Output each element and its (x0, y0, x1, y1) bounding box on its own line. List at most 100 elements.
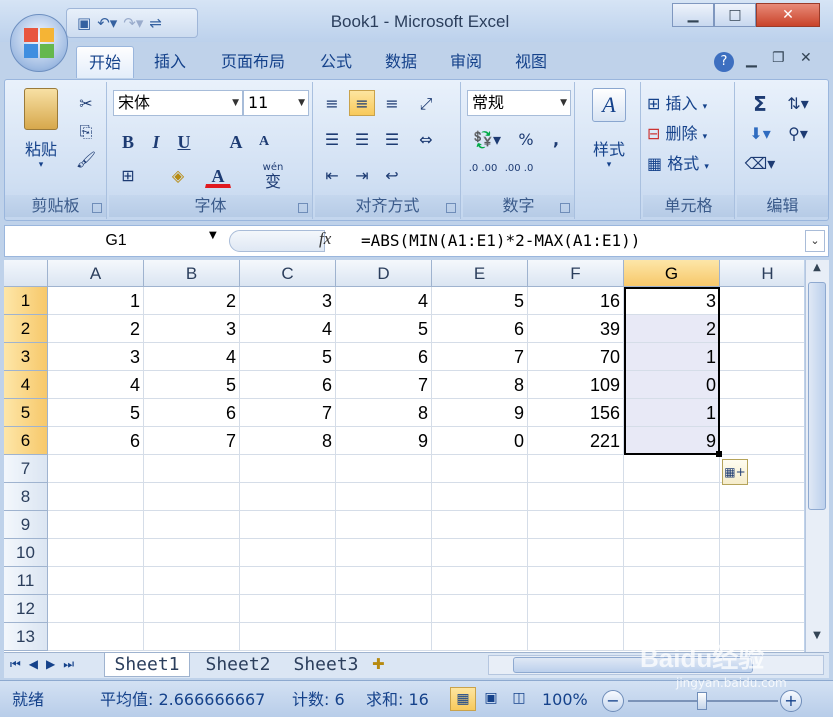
borders-icon[interactable]: ⊞ (115, 162, 141, 188)
office-button[interactable] (10, 14, 68, 72)
align-center-icon[interactable]: ☰ (349, 126, 375, 152)
phonetic-button[interactable]: wén 变 (249, 162, 297, 192)
cell-h2[interactable] (720, 315, 804, 343)
cell-c3[interactable]: 5 (240, 343, 336, 371)
cell-g4[interactable]: 0 (624, 371, 720, 399)
cell-c4[interactable]: 6 (240, 371, 336, 399)
row-header-5[interactable]: 5 (4, 399, 48, 427)
customize-icon[interactable]: ⇌ (149, 15, 162, 31)
row-header-1[interactable]: 1 (4, 287, 48, 315)
cell-b5[interactable]: 6 (144, 399, 240, 427)
zoom-in-icon[interactable]: + (780, 690, 802, 712)
cell-h12[interactable] (720, 595, 804, 623)
increase-decimal-button[interactable]: .0 .00 (467, 162, 499, 188)
insert-cells-button[interactable]: ⊞ 插入 ▾ (647, 90, 707, 114)
zoom-level[interactable]: 100% (542, 681, 588, 717)
cell-b7[interactable] (144, 455, 240, 483)
decrease-indent-icon[interactable]: ⇤ (319, 162, 345, 188)
name-box[interactable]: G1 (5, 226, 227, 256)
cell-e7[interactable] (432, 455, 528, 483)
align-bottom-icon[interactable]: ≡ (379, 90, 405, 116)
cell-c12[interactable] (240, 595, 336, 623)
redo-icon[interactable]: ↷▾ (123, 15, 143, 31)
sheet-tab-1[interactable]: Sheet1 (104, 653, 190, 677)
row-header-2[interactable]: 2 (4, 315, 48, 343)
align-top-icon[interactable]: ≡ (319, 90, 345, 116)
column-header-b[interactable]: B (144, 260, 240, 287)
cell-h5[interactable] (720, 399, 804, 427)
cell-f1[interactable]: 16 (528, 287, 624, 315)
cell-f9[interactable] (528, 511, 624, 539)
column-header-c[interactable]: C (240, 260, 336, 287)
cell-f4[interactable]: 109 (528, 371, 624, 399)
cell-f5[interactable]: 156 (528, 399, 624, 427)
italic-button[interactable]: I (143, 128, 169, 154)
tab-page-layout[interactable]: 页面布局 (208, 46, 298, 78)
cell-g6[interactable]: 9 (624, 427, 720, 455)
cell-c10[interactable] (240, 539, 336, 567)
cell-g8[interactable] (624, 483, 720, 511)
column-header-h[interactable]: H (720, 260, 804, 287)
dialog-launcher-icon[interactable] (298, 203, 308, 213)
cell-e10[interactable] (432, 539, 528, 567)
cell-d9[interactable] (336, 511, 432, 539)
wrap-text-icon[interactable]: ↩ (379, 162, 405, 188)
minimize-button[interactable]: ▁ (672, 3, 714, 27)
sheet-tab-3[interactable]: Sheet3 (286, 653, 366, 677)
insert-sheet-icon[interactable]: ✚ (372, 655, 385, 673)
cell-e11[interactable] (432, 567, 528, 595)
align-left-icon[interactable]: ☰ (319, 126, 345, 152)
cell-g2[interactable]: 2 (624, 315, 720, 343)
maximize-button[interactable]: □ (714, 3, 756, 27)
cell-e2[interactable]: 6 (432, 315, 528, 343)
fill-down-icon[interactable]: ⬇▾ (743, 120, 777, 146)
find-select-icon[interactable]: ⚲▾ (781, 120, 815, 146)
cell-a2[interactable]: 2 (48, 315, 144, 343)
cell-b2[interactable]: 3 (144, 315, 240, 343)
comma-button[interactable]: , (543, 126, 569, 152)
grow-font-button[interactable]: A (223, 128, 249, 154)
column-header-e[interactable]: E (432, 260, 528, 287)
copy-icon[interactable]: ⎘ (73, 118, 99, 144)
zoom-slider-thumb[interactable] (697, 692, 707, 710)
row-header-13[interactable]: 13 (4, 623, 48, 651)
cell-c13[interactable] (240, 623, 336, 651)
fill-color-icon[interactable]: ◈ (165, 162, 191, 188)
delete-cells-button[interactable]: ⊟ 删除 ▾ (647, 120, 707, 144)
cell-d1[interactable]: 4 (336, 287, 432, 315)
cell-f8[interactable] (528, 483, 624, 511)
column-header-g[interactable]: G (624, 260, 720, 287)
cell-e9[interactable] (432, 511, 528, 539)
cell-a3[interactable]: 3 (48, 343, 144, 371)
scroll-down-icon[interactable]: ▼ (808, 630, 826, 648)
shrink-font-button[interactable]: A (251, 128, 277, 154)
vertical-scrollbar[interactable]: ▲ ▼ (805, 260, 829, 652)
cell-b13[interactable] (144, 623, 240, 651)
cell-b1[interactable]: 2 (144, 287, 240, 315)
currency-icon[interactable]: 💱▾ (467, 126, 507, 152)
cell-a13[interactable] (48, 623, 144, 651)
dialog-launcher-icon[interactable] (446, 203, 456, 213)
cell-g9[interactable] (624, 511, 720, 539)
cell-g7[interactable] (624, 455, 720, 483)
column-header-d[interactable]: D (336, 260, 432, 287)
cell-b9[interactable] (144, 511, 240, 539)
cell-e6[interactable]: 0 (432, 427, 528, 455)
cell-b4[interactable]: 5 (144, 371, 240, 399)
close-button[interactable]: ✕ (756, 3, 820, 27)
format-cells-button[interactable]: ▦ 格式 ▾ (647, 150, 709, 174)
font-name-select[interactable]: 宋体 ▼ (113, 90, 243, 116)
cell-e4[interactable]: 8 (432, 371, 528, 399)
ribbon-close-icon[interactable]: ✕ (800, 50, 812, 66)
cell-b11[interactable] (144, 567, 240, 595)
cell-f3[interactable]: 70 (528, 343, 624, 371)
dialog-launcher-icon[interactable] (560, 203, 570, 213)
format-painter-icon[interactable]: 🖌 (73, 146, 99, 172)
cell-e8[interactable] (432, 483, 528, 511)
cell-d6[interactable]: 9 (336, 427, 432, 455)
cell-a4[interactable]: 4 (48, 371, 144, 399)
cell-d5[interactable]: 8 (336, 399, 432, 427)
align-right-icon[interactable]: ☰ (379, 126, 405, 152)
cell-d8[interactable] (336, 483, 432, 511)
cell-c6[interactable]: 8 (240, 427, 336, 455)
